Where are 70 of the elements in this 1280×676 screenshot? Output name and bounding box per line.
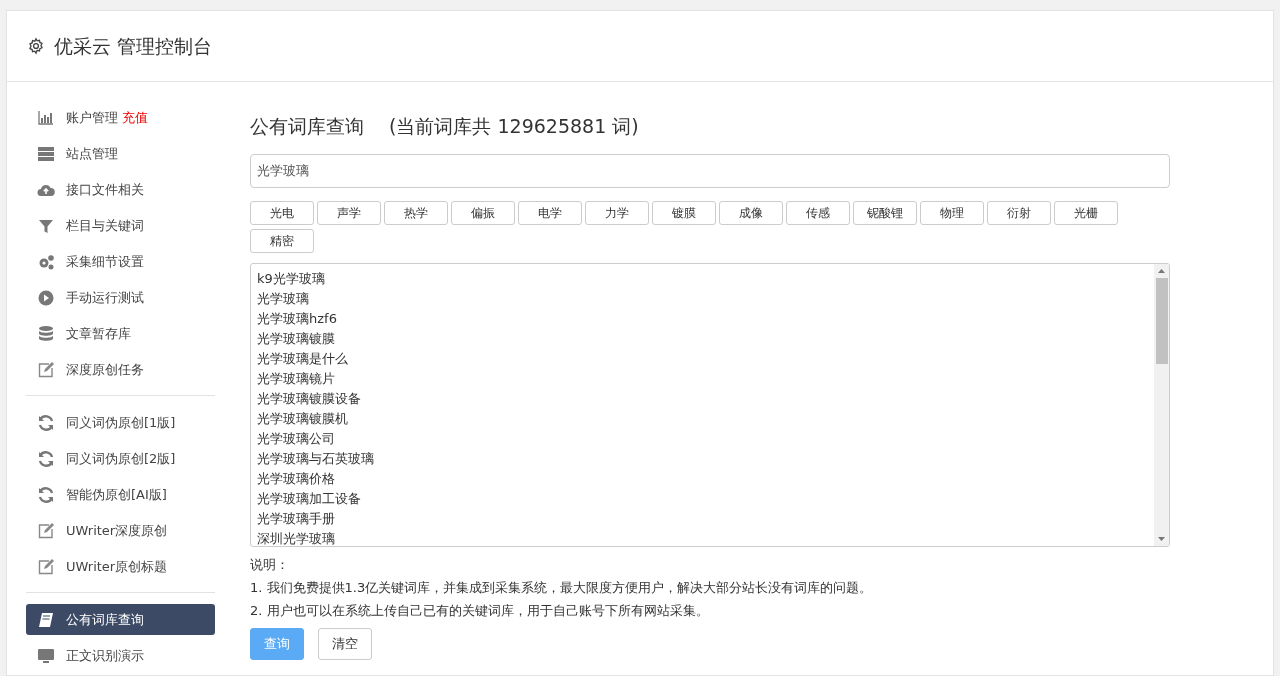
keyword-entry: 光学玻璃与石英玻璃 <box>257 449 374 468</box>
sidebar-item[interactable]: UWriter原创标题 <box>26 551 215 582</box>
keyword-entry: 光学玻璃镀膜机 <box>257 409 348 428</box>
scroll-up-icon[interactable] <box>1158 268 1165 273</box>
clear-button[interactable]: 清空 <box>318 627 372 660</box>
console-title: 优采云 管理控制台 <box>54 33 213 59</box>
edit-icon <box>37 557 55 576</box>
notes-heading: 说明： <box>250 555 289 574</box>
tag-button[interactable]: 传感 <box>786 200 850 225</box>
tag-button[interactable]: 镀膜 <box>652 200 716 225</box>
edit-icon <box>37 360 55 379</box>
refresh-icon <box>37 413 55 432</box>
sidebar-item[interactable]: 栏目与关键词 <box>26 210 215 241</box>
sidebar-item[interactable]: 公有词库查询 <box>26 604 215 635</box>
scrollbar-thumb[interactable] <box>1155 277 1168 364</box>
tag-button[interactable]: 电学 <box>518 200 582 225</box>
keyword-entry: 光学玻璃镜片 <box>257 369 335 388</box>
scroll-down-icon[interactable] <box>1158 536 1165 541</box>
keyword-entry: 光学玻璃 <box>257 289 309 308</box>
tag-button[interactable]: 铌酸锂 <box>853 200 917 225</box>
refresh-icon <box>37 485 55 504</box>
database-icon <box>37 324 55 343</box>
keyword-entry: 光学玻璃hzf6 <box>257 309 337 328</box>
tag-button[interactable]: 精密 <box>250 228 314 253</box>
tag-button[interactable]: 衍射 <box>987 200 1051 225</box>
tag-button[interactable]: 力学 <box>585 200 649 225</box>
server-icon <box>37 144 55 163</box>
sidebar-item[interactable]: 智能伪原创[AI版] <box>26 479 215 510</box>
sidebar-item[interactable]: 站点管理 <box>26 138 215 169</box>
tag-button[interactable]: 热学 <box>384 200 448 225</box>
search-field[interactable]: 光学玻璃 <box>250 153 1170 188</box>
tag-button[interactable]: 声学 <box>317 200 381 225</box>
sidebar-item[interactable]: 同义词伪原创[2版] <box>26 443 215 474</box>
sidebar-item[interactable]: UWriter深度原创 <box>26 515 215 546</box>
sidebar-item[interactable]: 采集细节设置 <box>26 246 215 277</box>
monitor-icon <box>37 646 55 665</box>
tag-button[interactable]: 物理 <box>920 200 984 225</box>
keyword-entry: 光学玻璃镀膜设备 <box>257 389 361 408</box>
recharge-link[interactable]: 充值 <box>122 107 148 128</box>
sidebar-item[interactable]: 接口文件相关 <box>26 174 215 205</box>
word-count-note: (当前词库共 129625881 词) <box>389 114 639 139</box>
page-title: 公有词库查询 <box>250 114 364 139</box>
edit-icon <box>37 521 55 540</box>
bar-chart-icon <box>37 108 55 127</box>
sidebar-item[interactable]: 文章暂存库 <box>26 318 215 349</box>
keyword-entry: 光学玻璃是什么 <box>257 349 348 368</box>
settings-icon <box>27 37 45 55</box>
tag-button[interactable]: 成像 <box>719 200 783 225</box>
note-text: 1. 我们免费提供1.3亿关键词库，并集成到采集系统，最大限度方便用户，解决大部分站长没有词库的问题。 <box>250 578 873 597</box>
book-icon <box>37 610 55 629</box>
note-text: 2. 用户也可以在系统上传自己已有的关键词库，用于自己账号下所有网站采集。 <box>250 601 709 620</box>
tag-button[interactable]: 光栅 <box>1054 200 1118 225</box>
sidebar-item[interactable]: 账户管理 充值 <box>26 102 215 133</box>
keyword-entry: 深圳光学玻璃 <box>257 529 335 546</box>
scrollbar[interactable] <box>1154 263 1169 546</box>
gears-icon <box>37 252 55 271</box>
tag-button[interactable]: 光电 <box>250 200 314 225</box>
refresh-icon <box>37 449 55 468</box>
keyword-entry: 光学玻璃价格 <box>257 469 335 488</box>
sidebar-item[interactable]: 深度原创任务 <box>26 354 215 385</box>
sidebar-item[interactable]: 同义词伪原创[1版] <box>26 407 215 438</box>
tag-button[interactable]: 偏振 <box>451 200 515 225</box>
keyword-entry: k9光学玻璃 <box>257 269 325 288</box>
keyword-entry: 光学玻璃公司 <box>257 429 335 448</box>
play-icon <box>37 288 55 307</box>
sidebar-item[interactable]: 手动运行测试 <box>26 282 215 313</box>
keyword-entry: 光学玻璃加工设备 <box>257 489 361 508</box>
sidebar-item[interactable]: 正文识别演示 <box>26 640 215 671</box>
keyword-entry: 光学玻璃镀膜 <box>257 329 335 348</box>
keyword-entry: 光学玻璃手册 <box>257 509 335 528</box>
